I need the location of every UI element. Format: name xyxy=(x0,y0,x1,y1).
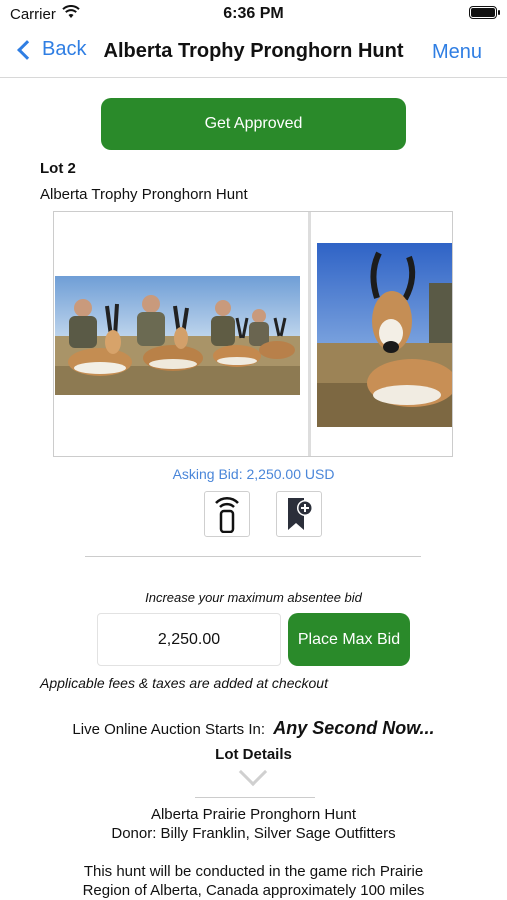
get-approved-button[interactable]: Get Approved xyxy=(101,98,406,150)
increase-bid-label: Increase your maximum absentee bid xyxy=(145,590,362,605)
page-title: Alberta Trophy Pronghorn Hunt xyxy=(103,40,404,62)
photo-pronghorn-closeup[interactable] xyxy=(317,243,452,427)
battery-icon xyxy=(469,6,500,19)
gallery-divider xyxy=(308,212,311,456)
photo-hunters-with-pronghorns[interactable] xyxy=(55,276,300,395)
details-divider xyxy=(195,797,315,798)
place-max-bid-button[interactable]: Place Max Bid xyxy=(288,613,410,666)
section-divider xyxy=(85,556,421,557)
details-line: Region of Alberta, Canada approximately … xyxy=(82,882,425,899)
asking-bid: Asking Bid: 2,250.00 USD xyxy=(172,466,335,482)
add-to-watchlist-button[interactable] xyxy=(276,491,322,537)
details-line: Donor: Billy Franklin, Silver Sage Outfi… xyxy=(111,825,396,842)
nav-bar: Back Alberta Trophy Pronghorn Hunt Menu xyxy=(0,28,507,78)
auction-countdown: Any Second Now... xyxy=(273,718,435,738)
auction-start: Live Online Auction Starts In: Any Secon… xyxy=(0,718,507,739)
remote-bidding-button[interactable] xyxy=(204,491,250,537)
auction-start-label: Live Online Auction Starts In: xyxy=(72,721,266,738)
remote-bidding-icon xyxy=(215,496,239,533)
lot-number: Lot 2 xyxy=(40,160,76,177)
clock: 6:36 PM xyxy=(223,5,284,22)
max-bid-input[interactable] xyxy=(97,613,281,666)
lot-title: Alberta Trophy Pronghorn Hunt xyxy=(40,186,248,203)
bookmark-add-icon xyxy=(288,498,313,530)
fees-note: Applicable fees & taxes are added at che… xyxy=(40,675,328,691)
menu-button[interactable]: Menu xyxy=(432,41,482,64)
details-line: Alberta Prairie Pronghorn Hunt xyxy=(150,806,357,823)
details-line: This hunt will be conducted in the game … xyxy=(83,863,424,880)
photo-gallery[interactable] xyxy=(53,211,453,457)
status-bar: Carrier 6:36 PM xyxy=(0,0,507,28)
